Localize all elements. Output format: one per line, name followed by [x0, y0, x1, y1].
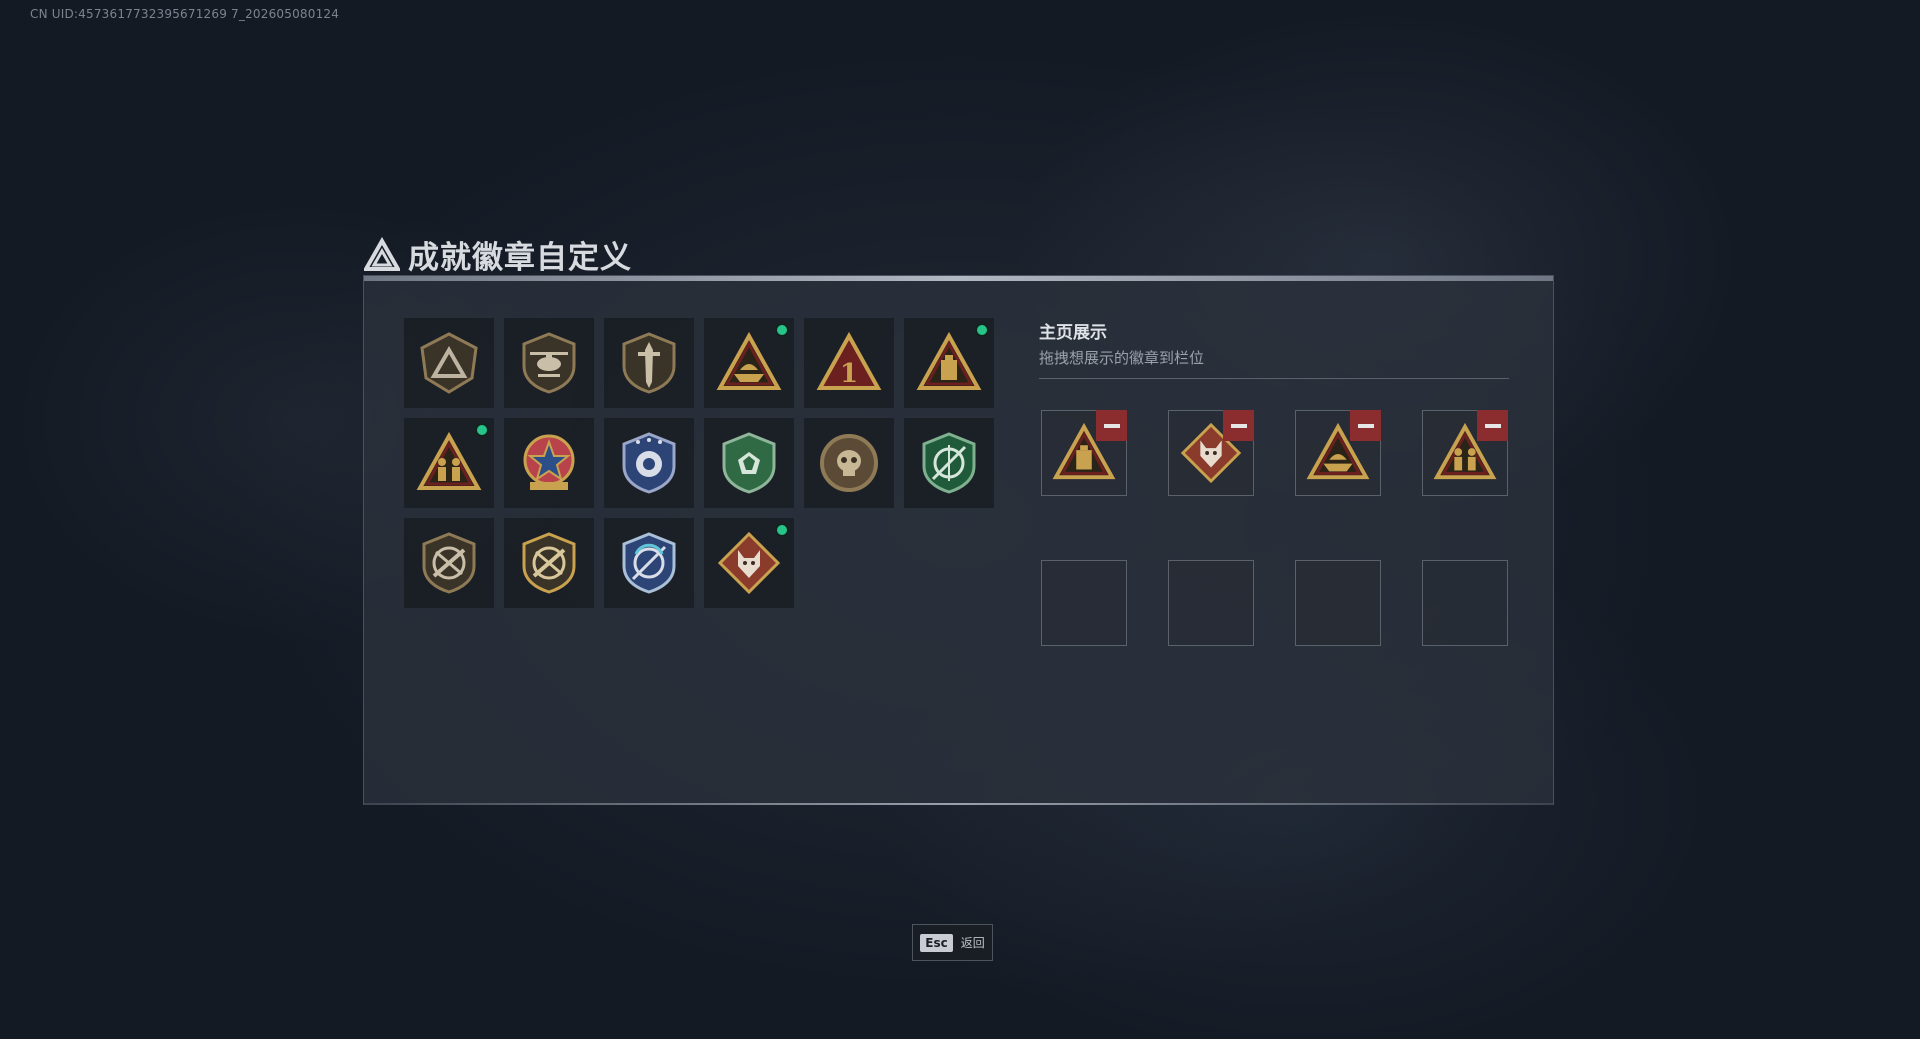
- showcase-slot-empty[interactable]: [1295, 560, 1381, 646]
- dagger-shield-badge-icon: [622, 332, 676, 394]
- badge-cell[interactable]: [604, 518, 694, 608]
- new-indicator-dot: [775, 523, 789, 537]
- badge-grid: 1: [404, 318, 994, 608]
- blue-eye-shield-badge-icon: [622, 432, 676, 494]
- badge-cell[interactable]: [904, 418, 994, 508]
- showcase-slot-grid: [1041, 410, 1508, 646]
- bronze-skull-round-badge-icon: [820, 434, 878, 492]
- badge-cell[interactable]: [604, 418, 694, 508]
- triangle-logo-icon: [364, 236, 400, 271]
- showcase-divider: [1039, 378, 1509, 379]
- showcase-slot-filled[interactable]: [1041, 410, 1127, 496]
- badge-cell[interactable]: [604, 318, 694, 408]
- showcase-slot-empty[interactable]: [1168, 560, 1254, 646]
- badge-cell[interactable]: [404, 318, 494, 408]
- gold-ship-triangle-badge-icon: [716, 331, 782, 390]
- red-number-one-triangle-badge-icon: 1: [816, 331, 882, 390]
- green-scope-shield-badge-icon: [922, 432, 976, 494]
- badge-cell[interactable]: [404, 418, 494, 508]
- back-button[interactable]: Esc 返回: [912, 924, 993, 961]
- blue-scope-shield-badge-icon: [622, 532, 676, 594]
- badge-cell[interactable]: [504, 518, 594, 608]
- badge-cell[interactable]: [504, 318, 594, 408]
- badge-cell[interactable]: [704, 518, 794, 608]
- showcase-slot-empty[interactable]: [1041, 560, 1127, 646]
- showcase-subtitle: 拖拽想展示的徽章到栏位: [1039, 349, 1205, 367]
- gold-soldiers-triangle-badge-icon: [416, 431, 482, 490]
- panel-top-bar: [364, 276, 1553, 281]
- new-indicator-dot: [975, 323, 989, 337]
- esc-key-icon: Esc: [920, 933, 953, 952]
- badge-cell[interactable]: [704, 418, 794, 508]
- svg-text:1: 1: [840, 359, 858, 389]
- bronze-triangle-shield-badge-icon: [420, 332, 478, 394]
- new-indicator-dot: [475, 423, 489, 437]
- badge-cell[interactable]: [504, 418, 594, 508]
- badge-cell[interactable]: [904, 318, 994, 408]
- uid-label: CN UID:4573617732395671269 7_20260508012…: [30, 7, 340, 21]
- page-header: 成就徽章自定义: [364, 232, 632, 277]
- new-indicator-dot: [775, 323, 789, 337]
- wolf-diamond-badge-icon: [717, 531, 781, 595]
- crossed-rifle-shield-badge-icon: [422, 532, 476, 594]
- back-label: 返回: [960, 936, 985, 950]
- badge-cell[interactable]: [704, 318, 794, 408]
- minus-icon: [1103, 423, 1120, 428]
- page-title: 成就徽章自定义: [408, 240, 632, 276]
- showcase-slot-filled[interactable]: [1422, 410, 1508, 496]
- remove-badge-button[interactable]: [1477, 410, 1508, 441]
- remove-badge-button[interactable]: [1223, 410, 1254, 441]
- green-gem-shield-badge-icon: [722, 432, 776, 494]
- panel-bottom-line: [364, 803, 1553, 805]
- minus-icon: [1357, 423, 1374, 428]
- homepage-showcase: 主页展示 拖拽想展示的徽章到栏位: [1039, 318, 1509, 646]
- minus-icon: [1230, 423, 1247, 428]
- showcase-slot-filled[interactable]: [1295, 410, 1381, 496]
- minus-icon: [1484, 423, 1501, 428]
- badge-panel: 1 主页展示 拖拽想展示的徽章到栏位: [363, 275, 1554, 805]
- showcase-slot-filled[interactable]: [1168, 410, 1254, 496]
- badge-cell[interactable]: [404, 518, 494, 608]
- remove-badge-button[interactable]: [1350, 410, 1381, 441]
- showcase-slot-empty[interactable]: [1422, 560, 1508, 646]
- remove-badge-button[interactable]: [1096, 410, 1127, 441]
- gold-canister-triangle-badge-icon: [916, 331, 982, 390]
- star-medal-badge-icon: [523, 434, 575, 490]
- badge-cell[interactable]: 1: [804, 318, 894, 408]
- badge-cell[interactable]: [804, 418, 894, 508]
- showcase-title: 主页展示: [1039, 323, 1107, 343]
- crossed-rifle-gold-shield-badge-icon: [522, 532, 576, 594]
- helicopter-shield-badge-icon: [522, 332, 576, 394]
